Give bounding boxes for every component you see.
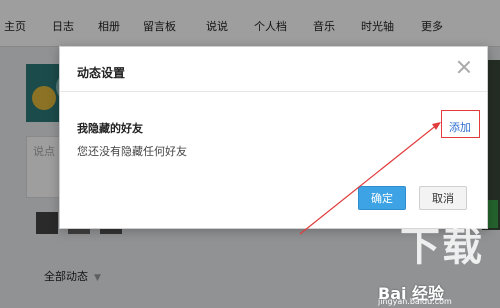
watermark-large-text: 下载 xyxy=(400,224,484,270)
empty-state-text: 您还没有隐藏任何好友 xyxy=(77,145,187,158)
close-icon[interactable] xyxy=(456,59,472,75)
add-link[interactable]: 添加 xyxy=(449,119,471,135)
divider xyxy=(60,91,487,92)
confirm-button[interactable]: 确定 xyxy=(358,186,406,210)
cancel-button[interactable]: 取消 xyxy=(419,186,467,210)
hidden-friends-heading: 我隐藏的好友 xyxy=(77,122,143,135)
dialog-title: 动态设置 xyxy=(77,66,126,80)
watermark-url: jingyan.baidu.com xyxy=(378,297,452,306)
feed-settings-dialog: 动态设置 我隐藏的好友 您还没有隐藏任何好友 添加 确定 取消 xyxy=(59,46,488,229)
